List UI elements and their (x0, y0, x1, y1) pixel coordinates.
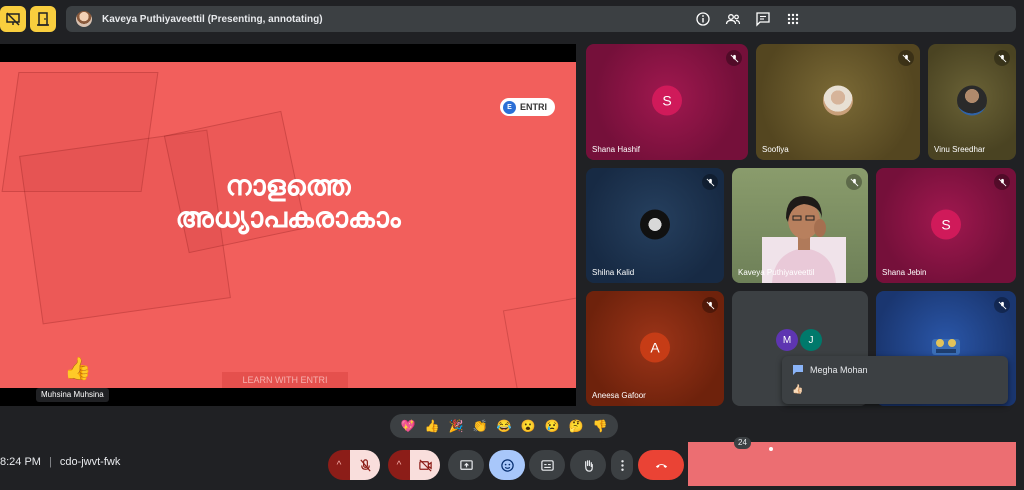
more-options-button[interactable] (611, 450, 633, 480)
camera-off-icon (418, 458, 432, 472)
presenting-banner[interactable]: Kaveya Puthiyaveettil (Presenting, annot… (66, 6, 1016, 32)
people-icon (725, 14, 741, 25)
entri-brand-text: ENTRI (520, 102, 547, 112)
participant-name: Shilna Kalid (592, 268, 635, 277)
people-button[interactable] (723, 9, 743, 29)
raise-hand-button[interactable] (570, 450, 606, 480)
participant-tile-vinu-sreedhar[interactable]: Vinu Sreedhar (928, 44, 1016, 160)
camera-off-button[interactable] (410, 450, 440, 480)
avatar (823, 85, 853, 116)
thumbs-up-reaction-icon: 👍 (64, 356, 92, 381)
sparkling-heart-emoji[interactable]: 💖 (401, 419, 416, 433)
participant-tile-shana-hashif[interactable]: S Shana Hashif (586, 44, 748, 160)
mic-off-icon (702, 297, 718, 313)
participant-tile-kaveya[interactable]: Kaveya Puthiyaveettil (732, 168, 868, 283)
current-time: 8:24 PM (0, 456, 41, 468)
mic-off-icon (702, 174, 718, 190)
mic-off-icon (726, 50, 742, 66)
captions-button[interactable] (529, 450, 565, 480)
mic-off-icon (994, 297, 1010, 313)
leave-call-button[interactable] (638, 450, 684, 480)
chat-unread-dot (768, 446, 774, 452)
participant-name: Kaveya Puthiyaveettil (738, 268, 815, 277)
video-options-chevron[interactable]: ^ (388, 450, 410, 480)
meeting-info: 8:24 PM | cdo-jwvt-fwk (0, 456, 120, 468)
participant-name: Vinu Sreedhar (934, 145, 985, 154)
audio-options-chevron[interactable]: ^ (328, 450, 350, 480)
party-popper-emoji[interactable]: 🎉 (449, 419, 464, 433)
surprised-emoji[interactable]: 😮 (521, 419, 536, 433)
participant-count-badge: 24 (734, 437, 751, 449)
participant-name: Aneesa Gafoor (592, 391, 646, 400)
participant-tile-shilna-kalid[interactable]: Shilna Kalid (586, 168, 724, 283)
slide-footer: LEARN WITH ENTRI (222, 372, 348, 388)
emoji-icon (500, 458, 514, 472)
mic-off-icon (846, 174, 862, 190)
captions-icon (540, 459, 554, 471)
participant-video (932, 339, 960, 355)
sad-emoji[interactable]: 😢 (545, 419, 560, 433)
mic-off-icon (994, 50, 1010, 66)
mic-off-button[interactable] (350, 450, 380, 480)
presenter-avatar (76, 11, 92, 27)
slide: E ENTRI നാളത്തെ അധ്യാപകരാകാം LEARN WITH … (0, 62, 576, 388)
thinking-emoji[interactable]: 🤔 (569, 419, 584, 433)
presenting-text: Kaveya Puthiyaveettil (Presenting, annot… (102, 13, 323, 25)
present-screen-button[interactable] (448, 450, 484, 480)
thumbs-up-emoji[interactable]: 👍 (425, 419, 440, 433)
slide-decoration (502, 294, 576, 388)
reaction-sender-name: Muhsina Muhsina (36, 388, 109, 402)
meeting-code: cdo-jwvt-fwk (59, 456, 121, 468)
slide-title-line2: അധ്യാപകരാകാം (175, 202, 401, 233)
participant-name: Shana Jebin (882, 268, 927, 277)
present-icon (459, 459, 473, 470)
avatar: J (800, 329, 822, 351)
apps-grid-icon (787, 13, 799, 25)
mic-off-icon (359, 458, 371, 472)
door-icon[interactable] (30, 6, 56, 32)
presentation-off-icon[interactable] (0, 6, 26, 32)
meeting-details-button[interactable] (693, 9, 713, 29)
activities-button[interactable] (783, 9, 803, 29)
chat-message: 👍🏻 (792, 384, 804, 394)
participant-tile-aneesa-gafoor[interactable]: A Aneesa Gafoor (586, 291, 724, 406)
chat-icon (793, 365, 803, 375)
reaction-bar: 💖 👍 🎉 👏 😂 😮 😢 🤔 👎 (390, 414, 618, 438)
avatar: A (640, 332, 670, 362)
avatar: M (776, 329, 798, 351)
entri-logo-icon: E (503, 100, 516, 114)
avatar: S (931, 209, 961, 239)
avatar: S (652, 85, 682, 116)
thumbs-down-emoji[interactable]: 👎 (593, 419, 608, 433)
entri-logo-badge: E ENTRI (500, 98, 555, 116)
slide-title-line1: നാളത്തെ (225, 170, 351, 201)
more-vert-icon (620, 459, 624, 471)
others-avatars: M J (776, 329, 822, 351)
chat-icon (756, 12, 770, 27)
mic-off-icon (898, 50, 914, 66)
raise-hand-icon (584, 459, 593, 472)
mic-off-icon (994, 174, 1010, 190)
chat-sender: Megha Mohan (810, 365, 868, 375)
participant-name: Soofiya (762, 145, 789, 154)
meet-window: Kaveya Puthiyaveettil (Presenting, annot… (0, 0, 1024, 490)
chat-notification[interactable]: Megha Mohan 👍🏻 (782, 356, 1008, 404)
participant-tile-shana-jebin[interactable]: S Shana Jebin (876, 168, 1016, 283)
chat-button[interactable] (753, 9, 773, 29)
presentation-area: E ENTRI നാളത്തെ അധ്യാപകരാകാം LEARN WITH … (0, 44, 576, 406)
reactions-button[interactable] (489, 450, 525, 480)
laughing-emoji[interactable]: 😂 (497, 419, 512, 433)
end-call-icon (655, 463, 667, 468)
info-icon (696, 12, 710, 26)
avatar (640, 209, 670, 239)
avatar (957, 85, 987, 116)
clapping-emoji[interactable]: 👏 (473, 419, 488, 433)
participant-name: Shana Hashif (592, 145, 641, 154)
participant-tile-soofiya[interactable]: Soofiya (756, 44, 920, 160)
separator: | (48, 456, 52, 468)
